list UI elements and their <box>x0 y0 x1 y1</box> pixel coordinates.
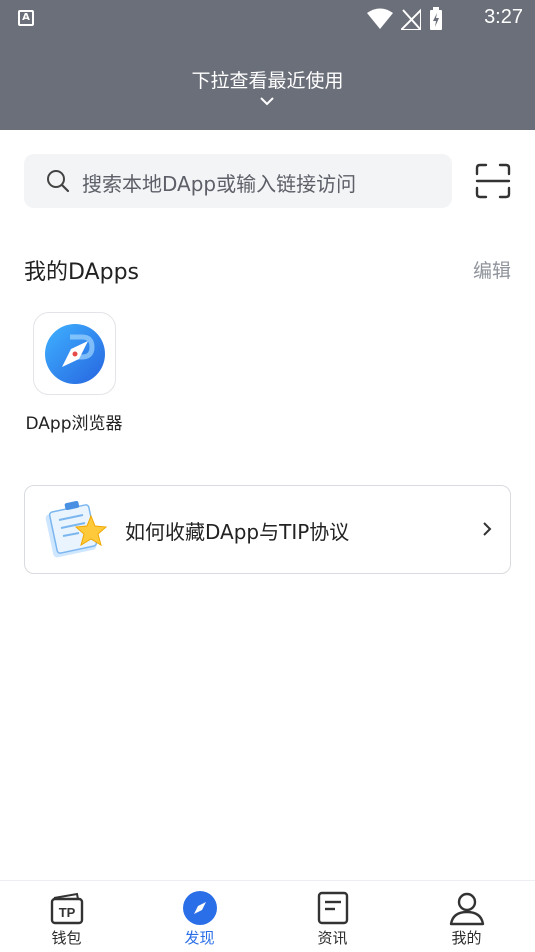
guide-card[interactable]: 如何收藏DApp与TIP协议 <box>24 485 511 574</box>
wifi-icon <box>367 8 393 29</box>
scan-qr-icon[interactable] <box>474 162 512 200</box>
battery-charging-icon <box>430 7 442 30</box>
nav-item-discover[interactable]: 发现 <box>133 881 266 952</box>
search-placeholder: 搜索本地DApp或输入链接访问 <box>82 172 357 196</box>
signal-off-icon <box>401 8 421 30</box>
pull-hint-text: 下拉查看最近使用 <box>191 70 344 92</box>
compass-icon <box>45 324 105 384</box>
nav-label-me: 我的 <box>451 929 482 947</box>
dapp-browser-tile[interactable] <box>33 312 116 395</box>
edit-button[interactable]: 编辑 <box>473 256 511 283</box>
section-title: 我的DApps <box>24 260 139 285</box>
clock: 3:27 <box>484 6 523 28</box>
search-input[interactable]: 搜索本地DApp或输入链接访问 <box>24 154 452 208</box>
nav-item-wallet[interactable]: TP 钱包 <box>0 881 133 952</box>
news-icon <box>317 891 349 925</box>
app-notification-icon: A <box>18 10 34 26</box>
wallet-icon: TP <box>50 892 84 925</box>
guide-card-title: 如何收藏DApp与TIP协议 <box>125 520 350 544</box>
compass-icon <box>183 891 217 925</box>
pull-down-header[interactable]: A 3:27 下拉查看最近使用 <box>0 0 535 130</box>
favorite-guide-icon <box>45 501 108 558</box>
chevron-down-icon <box>260 97 274 106</box>
nav-label-news: 资讯 <box>317 929 348 947</box>
svg-text:TP: TP <box>59 905 76 920</box>
nav-label-wallet: 钱包 <box>51 929 82 947</box>
nav-item-me[interactable]: 我的 <box>400 881 533 952</box>
status-icons <box>367 7 443 31</box>
chevron-right-icon <box>483 522 492 536</box>
dapp-browser-label[interactable]: DApp浏览器 <box>18 409 130 434</box>
nav-label-discover: 发现 <box>184 929 215 947</box>
search-icon <box>47 170 70 193</box>
bottom-nav: TP 钱包 发现 资讯 我的 <box>0 880 535 952</box>
status-bar: A 3:27 <box>0 0 535 36</box>
user-icon <box>449 892 485 926</box>
nav-item-news[interactable]: 资讯 <box>266 881 399 952</box>
